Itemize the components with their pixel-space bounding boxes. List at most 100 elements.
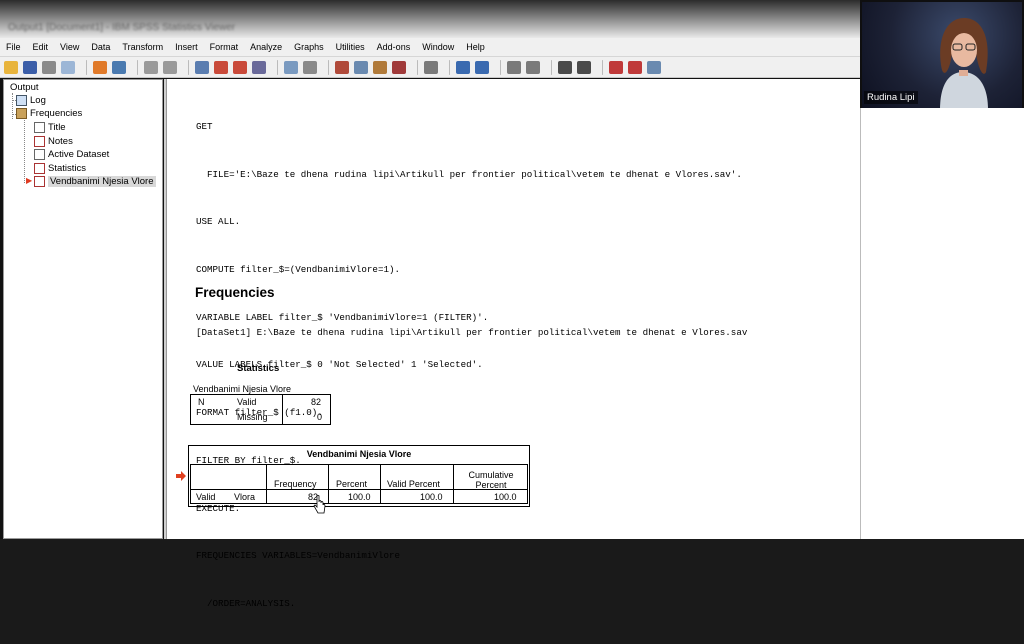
stat-missing-label: Missing <box>237 412 268 422</box>
tree-item-vendbanimi[interactable]: Vendbanimi Njesia Vlore <box>34 176 156 187</box>
selected-table-arrow-icon <box>176 471 186 481</box>
designate-window-icon[interactable] <box>354 60 368 74</box>
tree-item-active-dataset-label: Active Dataset <box>48 149 110 160</box>
menu-graphs[interactable]: Graphs <box>294 42 324 52</box>
tree-item-notes[interactable]: Notes <box>34 136 73 147</box>
toolbar-separator <box>328 59 329 75</box>
print-icon[interactable] <box>42 60 56 74</box>
cell-percent[interactable]: 100.0 <box>348 492 371 502</box>
window-title-bar: Output1 [Document1] - IBM SPSS Statistic… <box>0 0 860 38</box>
tree-item-title[interactable]: Title <box>34 122 66 133</box>
tree-item-log[interactable]: Log <box>16 95 46 106</box>
table-divider <box>266 464 267 504</box>
tree-item-frequencies-label: Frequencies <box>30 108 83 119</box>
goto-case-icon[interactable] <box>214 60 228 74</box>
right-window-edge <box>860 108 1024 539</box>
show-all-icon[interactable] <box>303 60 317 74</box>
stat-missing-value: 0 <box>317 412 323 422</box>
toolbar-separator <box>86 59 87 75</box>
tree-item-output-label: Output <box>10 82 39 93</box>
insert-chart-icon[interactable] <box>609 60 623 74</box>
hide-icon[interactable] <box>577 60 591 74</box>
cell-cumulative-percent[interactable]: 100.0 <box>494 492 517 502</box>
book-icon <box>16 108 27 119</box>
tree-item-statistics[interactable]: Statistics <box>34 163 86 174</box>
header-valid-percent: Valid Percent <box>387 479 440 489</box>
menu-format[interactable]: Format <box>210 42 239 52</box>
undo-icon[interactable] <box>144 60 158 74</box>
insert-text-icon[interactable] <box>424 60 438 74</box>
goto-variable-icon[interactable] <box>233 60 247 74</box>
insert-heading-icon[interactable] <box>373 60 387 74</box>
menu-analyze[interactable]: Analyze <box>250 42 282 52</box>
menu-insert[interactable]: Insert <box>175 42 198 52</box>
recall-dialog-icon[interactable] <box>112 60 126 74</box>
table-icon <box>34 163 45 174</box>
table-icon <box>34 176 45 187</box>
menu-help[interactable]: Help <box>466 42 485 52</box>
menu-transform[interactable]: Transform <box>122 42 163 52</box>
show-icon[interactable] <box>558 60 572 74</box>
print-preview-icon[interactable] <box>61 60 75 74</box>
use-sets-icon[interactable] <box>284 60 298 74</box>
stat-n-label: N <box>198 397 205 407</box>
save-icon[interactable] <box>23 60 37 74</box>
menu-view[interactable]: View <box>60 42 79 52</box>
toolbar-separator <box>277 59 278 75</box>
menu-addons[interactable]: Add-ons <box>377 42 411 52</box>
webcam-overlay: Rudina Lipi <box>862 2 1022 108</box>
statistics-caption: Vendbanimi Njesia Vlore <box>193 384 292 394</box>
open-icon[interactable] <box>4 60 18 74</box>
tree-item-output[interactable]: Output <box>10 82 39 93</box>
demote-arrow-icon[interactable] <box>475 60 489 74</box>
table-divider <box>328 464 329 504</box>
cell-valid-percent[interactable]: 100.0 <box>420 492 443 502</box>
header-percent: Percent <box>336 479 368 489</box>
log-icon <box>16 95 27 106</box>
webcam-name-label: Rudina Lipi <box>864 91 918 104</box>
insert-page-break-icon[interactable] <box>647 60 661 74</box>
frequencies-heading[interactable]: Frequencies <box>195 285 275 300</box>
syntax-line: COMPUTE filter_$=(VendbanimiVlore=1). <box>196 263 400 275</box>
table-divider <box>282 394 283 425</box>
toolbar-separator <box>449 59 450 75</box>
window-title: Output1 [Document1] - IBM SPSS Statistic… <box>8 22 236 33</box>
menu-file[interactable]: File <box>6 42 21 52</box>
goto-data-icon[interactable] <box>195 60 209 74</box>
tree-item-statistics-label: Statistics <box>48 163 87 174</box>
export-icon[interactable] <box>93 60 107 74</box>
syntax-line: GET <box>196 120 213 132</box>
tree-item-vendbanimi-label: Vendbanimi Njesia Vlore <box>48 176 156 187</box>
menu-utilities[interactable]: Utilities <box>336 42 365 52</box>
table-divider <box>453 464 454 504</box>
tree-connector <box>12 93 13 119</box>
toolbar-separator <box>602 59 603 75</box>
insert-title-icon[interactable] <box>392 60 406 74</box>
toolbar-separator <box>417 59 418 75</box>
syntax-line: USE ALL. <box>196 216 241 228</box>
variables-icon[interactable] <box>252 60 266 74</box>
mouse-cursor-icon <box>313 495 326 514</box>
tree-item-frequencies[interactable]: Frequencies <box>16 108 82 119</box>
collapse-icon[interactable] <box>526 60 540 74</box>
table-divider <box>380 464 381 504</box>
select-last-output-icon[interactable] <box>335 60 349 74</box>
menu-edit[interactable]: Edit <box>33 42 49 52</box>
syntax-line: /ORDER=ANALYSIS. <box>196 598 296 609</box>
outline-pane: Output Log Frequencies Title Notes Activ… <box>3 79 163 539</box>
menu-window[interactable]: Window <box>422 42 454 52</box>
expand-icon[interactable] <box>507 60 521 74</box>
current-item-arrow-icon: ▶ <box>26 176 33 185</box>
syntax-line: VARIABLE LABEL filter_$ 'VendbanimiVlore… <box>196 311 489 323</box>
presenter-video <box>940 18 988 108</box>
redo-icon[interactable] <box>163 60 177 74</box>
stat-valid-value: 82 <box>311 397 322 407</box>
insert-object-icon[interactable] <box>628 60 642 74</box>
menu-data[interactable]: Data <box>91 42 110 52</box>
header-cumulative-percent: Cumulative Percent <box>468 470 514 490</box>
promote-arrow-icon[interactable] <box>456 60 470 74</box>
row-label-vlora: Vlora <box>234 492 256 502</box>
toolbar-separator <box>551 59 552 75</box>
header-frequency: Frequency <box>274 479 317 489</box>
tree-item-active-dataset[interactable]: Active Dataset <box>34 149 109 160</box>
